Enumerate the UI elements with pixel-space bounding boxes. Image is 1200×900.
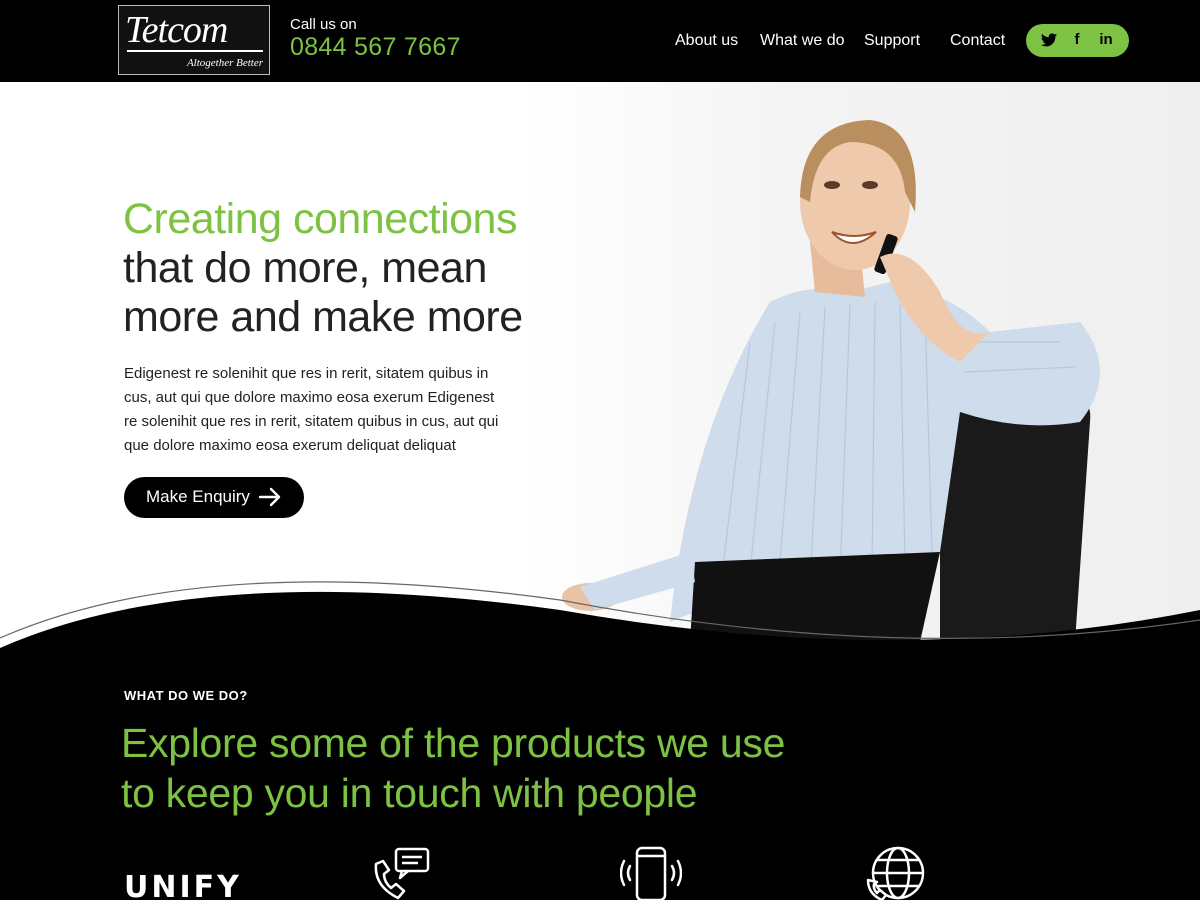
linkedin-icon[interactable]: in — [1096, 30, 1116, 50]
hero-body-text: Edigenest re solenihit que res in rerit,… — [124, 365, 499, 454]
social-links: f in — [1026, 24, 1129, 57]
section-eyebrow: WHAT DO WE DO? — [124, 688, 248, 703]
logo-wordmark: Tetcom — [125, 9, 228, 51]
section-headline-line2: to keep you in touch with people — [121, 770, 698, 816]
call-label: Call us on — [290, 16, 357, 33]
wave-divider — [0, 581, 1200, 670]
logo-underline — [127, 50, 263, 52]
phone-chat-icon[interactable] — [372, 846, 432, 900]
arrow-right-icon — [258, 487, 281, 507]
make-enquiry-button[interactable]: Make Enquiry — [124, 477, 304, 518]
logo-tagline: Altogether Better — [186, 57, 263, 69]
make-enquiry-label: Make Enquiry — [146, 487, 250, 506]
hero-headline-line3: more and make more — [123, 293, 523, 341]
hero-headline: Creating connections that do more, mean … — [123, 195, 523, 342]
facebook-icon[interactable]: f — [1067, 30, 1087, 50]
tetcom-logo[interactable]: Tetcom Altogether Better — [118, 5, 270, 75]
site-header: Tetcom Altogether Better Call us on 0844… — [0, 0, 1200, 82]
nav-contact[interactable]: Contact — [950, 32, 1005, 50]
section-headline-line1: Explore some of the products we use — [121, 720, 786, 766]
hero-headline-line2: that do more, mean — [123, 244, 487, 292]
globe-phone-icon[interactable] — [866, 846, 926, 900]
nav-what-we-do[interactable]: What we do — [760, 32, 844, 50]
twitter-icon[interactable] — [1039, 30, 1059, 50]
unify-logo[interactable]: UNIFY — [124, 870, 242, 900]
nav-support[interactable]: Support — [864, 32, 920, 50]
phone-number[interactable]: 0844 567 7667 — [290, 33, 461, 62]
hero-headline-line1: Creating connections — [123, 195, 517, 243]
nav-about-us[interactable]: About us — [675, 32, 738, 50]
section-headline: Explore some of the products we use to k… — [121, 718, 785, 818]
mobile-phone-icon[interactable] — [620, 846, 682, 900]
